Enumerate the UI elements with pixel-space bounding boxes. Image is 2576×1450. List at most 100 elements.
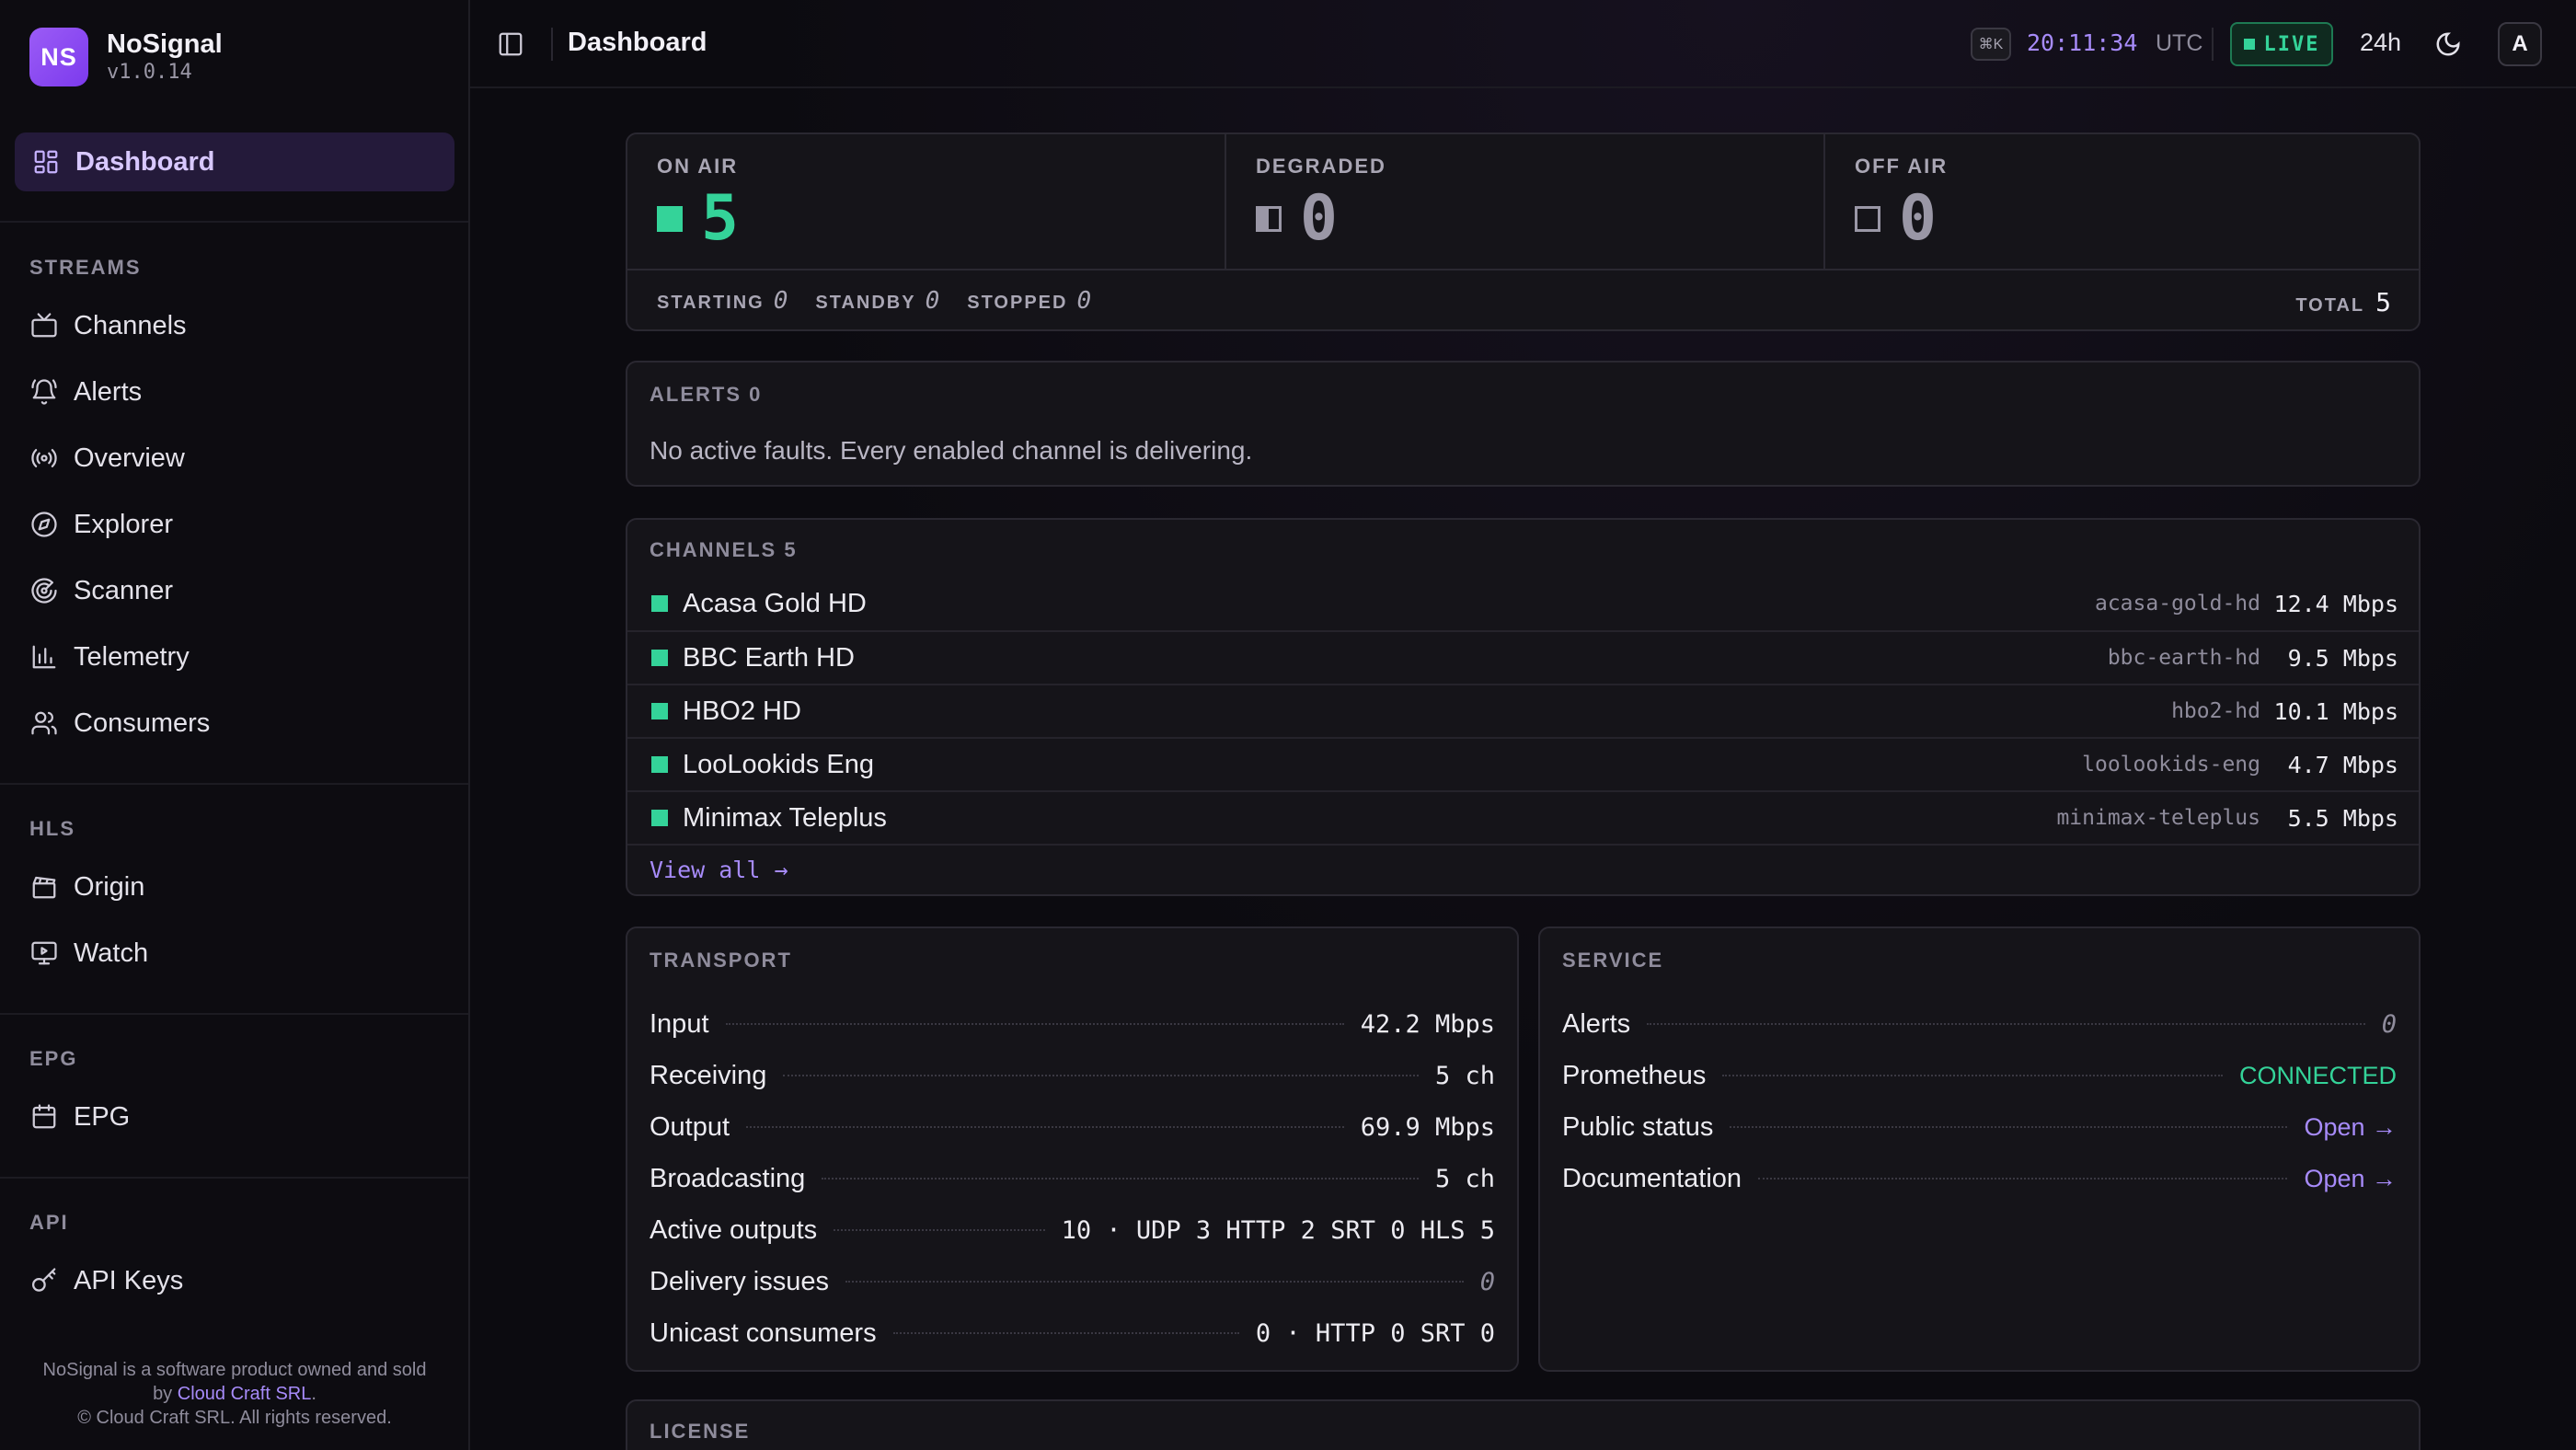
status-stopped: STOPPED 0 [967, 287, 1091, 315]
sidebar-item-epg[interactable]: EPG [29, 1095, 130, 1139]
kv-leader [746, 1126, 1344, 1128]
channel-row[interactable]: HBO2 HD hbo2-hd 10.1 Mbps [627, 684, 2419, 737]
topbar-divider [551, 28, 553, 61]
channel-row[interactable]: BBC Earth HD bbc-earth-hd 9.5 Mbps [627, 630, 2419, 684]
kv-key: Alerts [1562, 1008, 1631, 1039]
kv-value: 0 [1479, 1267, 1495, 1296]
kv-leader [845, 1281, 1464, 1283]
channel-slug: minimax-teleplus [2056, 806, 2260, 830]
sidebar-item-label: Overview [74, 443, 185, 473]
kv-row: Public status Open → [1562, 1109, 2397, 1145]
channel-row[interactable]: LooLookids Eng loolookids-eng 4.7 Mbps [627, 737, 2419, 790]
channel-bitrate: 10.1 Mbps [2273, 697, 2398, 725]
kv-leader [834, 1229, 1045, 1231]
kv-leader [892, 1332, 1239, 1334]
sidebar-item-label: Channels [74, 310, 187, 340]
kv-leader [783, 1075, 1419, 1076]
sidebar-divider [0, 221, 468, 223]
kv-leader [1758, 1178, 2288, 1180]
footer-line: by Cloud Craft SRL. [18, 1382, 451, 1406]
sidebar-item-consumers[interactable]: Consumers [29, 701, 210, 745]
tv-icon [29, 311, 59, 340]
status-label: DEGRADED [1256, 155, 1386, 178]
calendar-icon [29, 1102, 59, 1132]
kv-key: Delivery issues [650, 1266, 829, 1296]
documentation-link[interactable]: Open → [2304, 1165, 2397, 1193]
channel-row[interactable]: Acasa Gold HD acasa-gold-hd 12.4 Mbps [627, 577, 2419, 630]
moon-icon [2436, 32, 2460, 56]
status-off-air[interactable]: OFF AIR 0 [1823, 134, 2419, 269]
sidebar-item-label: Scanner [74, 575, 174, 605]
kv-row: Output 69.9 Mbps [650, 1109, 1495, 1145]
sidebar-item-origin[interactable]: Origin [29, 865, 144, 909]
channel-status-icon [651, 810, 668, 826]
sidebar-item-dashboard[interactable]: Dashboard [15, 132, 454, 191]
radar-icon [29, 576, 59, 605]
prometheus-status: CONNECTED [2238, 1061, 2397, 1089]
live-indicator-icon [2243, 39, 2255, 50]
sidebar-item-label: Explorer [74, 509, 173, 539]
sidebar-toggle-button[interactable] [492, 26, 529, 63]
status-on-air[interactable]: ON AIR 5 [627, 134, 1225, 269]
kv-key: Unicast consumers [650, 1318, 877, 1348]
main-content: Dashboard ⌘K 20:11:34 UTC LIVE 24h A ON … [470, 0, 2576, 1450]
command-palette-shortcut[interactable]: ⌘K [1971, 28, 2011, 61]
sidebar-item-watch[interactable]: Watch [29, 931, 148, 975]
topbar-divider [2212, 28, 2214, 61]
section-title-api: API [29, 1211, 69, 1234]
avatar[interactable]: A [2498, 22, 2542, 66]
kv-key: Broadcasting [650, 1163, 806, 1193]
channel-status-icon [651, 756, 668, 773]
sidebar-item-scanner[interactable]: Scanner [29, 569, 173, 613]
sidebar-item-api-keys[interactable]: API Keys [29, 1259, 183, 1303]
kv-row: Delivery issues 0 [650, 1263, 1495, 1300]
license-title: LICENSE [650, 1420, 751, 1443]
brand-version: v1.0.14 [107, 61, 192, 84]
degraded-count: 0 [1300, 182, 1338, 255]
license-card: LICENSE [626, 1399, 2421, 1450]
kv-value: 42.2 Mbps [1360, 1009, 1495, 1039]
app-root: NS NoSignal v1.0.14 Dashboard STREAMS Ch… [0, 0, 2576, 1450]
kv-value: 0 · HTTP 0 SRT 0 [1255, 1318, 1495, 1348]
kv-key: Receiving [650, 1060, 767, 1090]
channel-name: BBC Earth HD [683, 642, 855, 673]
kv-row: Alerts 0 [1562, 1006, 2397, 1042]
company-link[interactable]: Cloud Craft SRL [178, 1384, 312, 1404]
channel-bitrate: 4.7 Mbps [2287, 751, 2398, 778]
service-title: SERVICE [1562, 949, 1664, 972]
screen-play-icon [29, 938, 59, 968]
clapperboard-icon [29, 872, 59, 902]
channel-name: HBO2 HD [683, 696, 801, 726]
status-sub-label: STANDBY [815, 293, 916, 313]
kv-leader [1647, 1023, 2365, 1025]
off-air-square-icon [1855, 206, 1880, 232]
public-status-link[interactable]: Open → [2304, 1113, 2397, 1142]
sidebar-item-overview[interactable]: Overview [29, 436, 185, 480]
on-air-square-icon [657, 206, 683, 232]
channel-list-divider [627, 844, 2419, 846]
sidebar-item-telemetry[interactable]: Telemetry [29, 635, 190, 679]
view-all-channels-link[interactable]: View all → [650, 857, 788, 883]
section-title-epg: EPG [29, 1047, 78, 1070]
status-total-value: 5 [2375, 287, 2391, 317]
brand[interactable]: NS NoSignal v1.0.14 [29, 28, 223, 86]
theme-toggle-button[interactable] [2428, 24, 2468, 64]
channel-bitrate: 12.4 Mbps [2273, 590, 2398, 617]
sidebar-item-alerts[interactable]: Alerts [29, 370, 142, 414]
channel-row[interactable]: Minimax Teleplus minimax-teleplus 5.5 Mb… [627, 790, 2419, 844]
status-degraded[interactable]: DEGRADED 0 [1225, 134, 1823, 269]
sidebar: NS NoSignal v1.0.14 Dashboard STREAMS Ch… [0, 0, 470, 1450]
channel-name: LooLookids Eng [683, 749, 874, 779]
kv-key: Prometheus [1562, 1060, 1707, 1090]
sidebar-divider [0, 783, 468, 785]
channel-slug: loolookids-eng [2082, 753, 2260, 777]
status-starting: STARTING 0 [657, 287, 788, 315]
kv-key: Documentation [1562, 1163, 1742, 1193]
kv-row: Broadcasting 5 ch [650, 1160, 1495, 1197]
time-range-button[interactable]: 24h [2360, 29, 2401, 57]
live-badge[interactable]: LIVE [2230, 22, 2333, 66]
sidebar-item-channels[interactable]: Channels [29, 304, 187, 348]
channel-slug: hbo2-hd [2171, 699, 2260, 723]
sidebar-item-explorer[interactable]: Explorer [29, 502, 173, 547]
live-label: LIVE [2263, 32, 2320, 56]
